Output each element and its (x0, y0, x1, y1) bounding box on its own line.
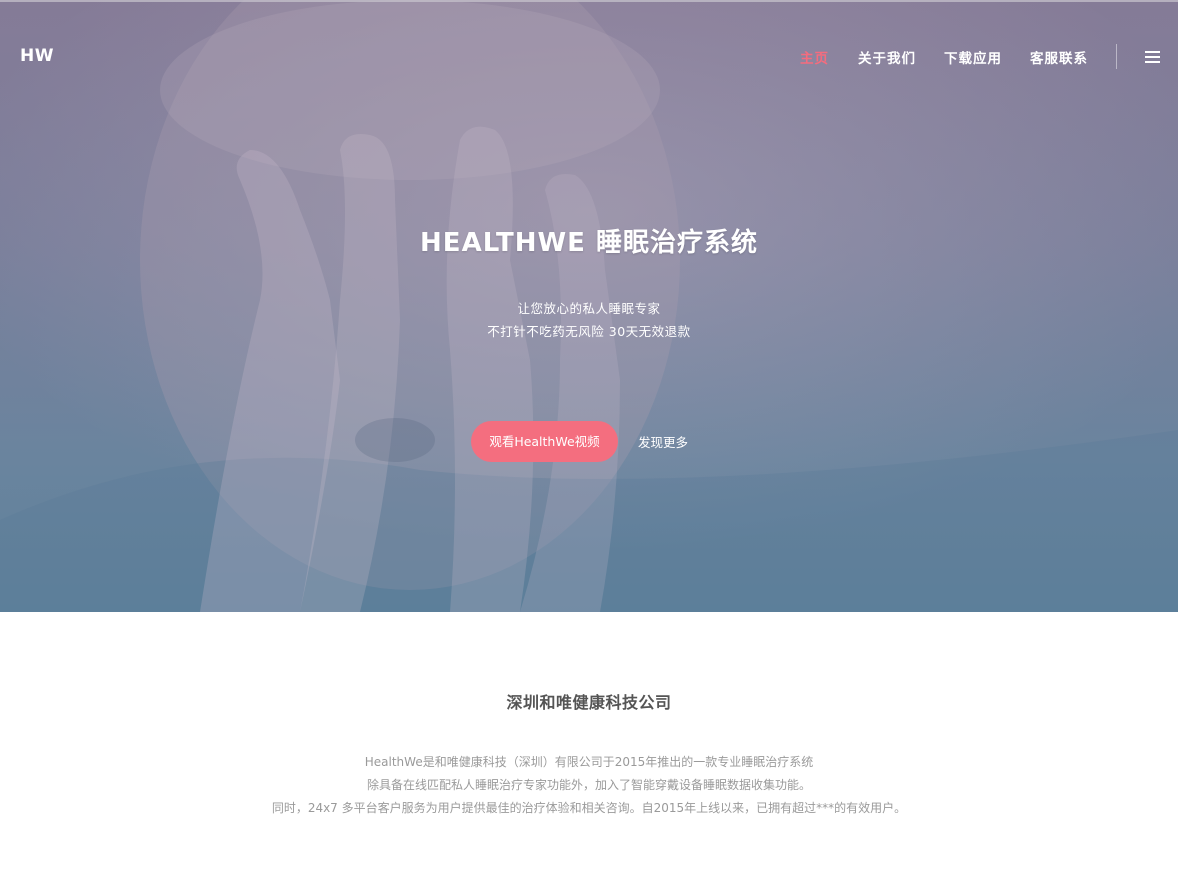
about-paragraph-line-2: 除具备在线匹配私人睡眠治疗专家功能外，加入了智能穿戴设备睡眠数据收集功能。 (366, 778, 811, 792)
about-paragraph-line-1: HealthWe是和唯健康科技（深圳）有限公司于2015年推出的一款专业睡眠治疗… (364, 755, 814, 769)
about-paragraph-line-3: 同时，24x7 多平台客户服务为用户提供最佳的治疗体验和相关咨询。自2015年上… (271, 801, 907, 815)
hero-subtitle-line-2: 不打针不吃药无风险 30天无效退款 (487, 324, 691, 339)
nav-item-about[interactable]: 关于我们 (858, 47, 916, 67)
nav-item-home[interactable]: 主页 (800, 47, 829, 67)
about-section-title: 深圳和唯健康科技公司 (506, 693, 672, 712)
watch-video-button[interactable]: 观看HealthWe视频 (471, 421, 618, 462)
hero-subtitle-line-1: 让您放心的私人睡眠专家 (517, 301, 661, 316)
nav-item-contact[interactable]: 客服联系 (1030, 47, 1088, 67)
discover-more-link[interactable]: 发现更多 (638, 432, 688, 451)
hero-title: HEALTHWE 睡眠治疗系统 (420, 228, 758, 258)
top-border (0, 0, 1178, 2)
nav-item-download[interactable]: 下载应用 (944, 47, 1002, 67)
main-navigation: 主页 关于我们 下载应用 客服联系 (0, 47, 1178, 69)
nav-divider (1116, 44, 1117, 69)
hamburger-menu-icon[interactable] (1145, 51, 1160, 63)
